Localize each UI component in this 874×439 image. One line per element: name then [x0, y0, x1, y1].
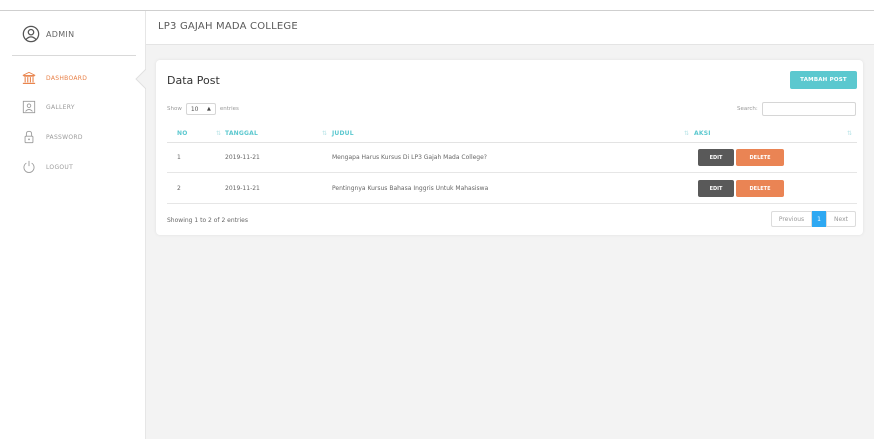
brand-label: ADMIN: [46, 29, 75, 39]
search-label: Search:: [737, 106, 758, 112]
cell-tanggal: 2019-11-21: [225, 185, 260, 192]
next-page-button[interactable]: Next: [826, 211, 856, 227]
sidebar-item-logout[interactable]: LOGOUT: [22, 159, 73, 175]
table-row: 2 2019-11-21 Pentingnya Kursus Bahasa In…: [167, 174, 857, 204]
sidebar: ADMIN DASHBOARD GALLERY PASSWORD LOGOUT: [0, 11, 146, 439]
column-header-aksi[interactable]: AKSI: [694, 130, 711, 137]
cell-judul: Mengapa Harus Kursus Di LP3 Gajah Mada C…: [332, 154, 487, 161]
updown-arrow-icon: ▲︎: [206, 106, 211, 112]
sort-icon: ⇅: [847, 130, 853, 137]
sidebar-item-dashboard[interactable]: DASHBOARD: [22, 70, 87, 86]
delete-button[interactable]: DELETE: [736, 149, 784, 166]
column-header-no[interactable]: NO: [177, 130, 188, 137]
add-post-button[interactable]: TAMBAH POST: [790, 71, 857, 89]
cell-tanggal: 2019-11-21: [225, 154, 260, 161]
cell-no: 1: [177, 154, 181, 161]
edit-button[interactable]: EDIT: [698, 180, 734, 197]
pagination: Previous 1 Next: [771, 211, 856, 227]
power-icon: [23, 160, 35, 173]
entries-select[interactable]: 10 ▲︎: [185, 103, 216, 115]
active-indicator: [135, 69, 146, 89]
table-row: 1 2019-11-21 Mengapa Harus Kursus Di LP3…: [167, 143, 857, 173]
sidebar-item-label: GALLERY: [46, 103, 75, 111]
brand-divider: [12, 55, 136, 56]
search-input[interactable]: [761, 102, 856, 116]
table-header: NO ⇅ TANGGAL ⇅ JUDUL ⇅ AKSI ⇅: [167, 126, 857, 143]
main-content: LP3 GAJAH MADA COLLEGE Data Post TAMBAH …: [146, 11, 874, 439]
column-header-judul[interactable]: JUDUL: [332, 130, 354, 137]
column-header-tanggal[interactable]: TANGGAL: [225, 130, 258, 137]
cell-no: 2: [177, 185, 181, 192]
sidebar-item-label: DASHBOARD: [46, 74, 88, 82]
building-icon: [22, 71, 36, 84]
sidebar-item-label: LOGOUT: [46, 163, 74, 171]
user-circle-icon: [22, 25, 40, 43]
sort-icon: ⇅: [322, 130, 328, 137]
delete-button[interactable]: DELETE: [736, 180, 784, 197]
edit-button[interactable]: EDIT: [698, 149, 734, 166]
table-info: Showing 1 to 2 of 2 entries: [167, 217, 248, 224]
length-suffix: entries: [219, 106, 239, 112]
sidebar-item-label: PASSWORD: [46, 133, 83, 141]
data-post-card: Data Post TAMBAH POST Show 10 ▲︎ entries…: [156, 60, 863, 235]
sidebar-item-gallery[interactable]: GALLERY: [22, 99, 75, 115]
page-button-current[interactable]: 1: [812, 211, 826, 227]
sidebar-item-password[interactable]: PASSWORD: [22, 129, 83, 145]
previous-page-button[interactable]: Previous: [771, 211, 812, 227]
entries-length-control: Show 10 ▲︎ entries: [167, 103, 239, 115]
entries-select-value: 10: [190, 105, 199, 113]
brand[interactable]: ADMIN: [22, 23, 74, 45]
sort-icon: ⇅: [684, 130, 690, 137]
cell-judul: Pentingnya Kursus Bahasa Inggris Untuk M…: [332, 185, 489, 192]
length-prefix: Show: [167, 106, 182, 112]
table-search: Search:: [737, 102, 856, 116]
lock-icon: [24, 130, 34, 144]
page-title: LP3 GAJAH MADA COLLEGE: [158, 21, 298, 32]
sort-icon: ⇅: [216, 130, 222, 137]
image-icon: [22, 100, 36, 114]
top-header: LP3 GAJAH MADA COLLEGE: [146, 11, 874, 45]
card-title: Data Post: [167, 74, 220, 87]
